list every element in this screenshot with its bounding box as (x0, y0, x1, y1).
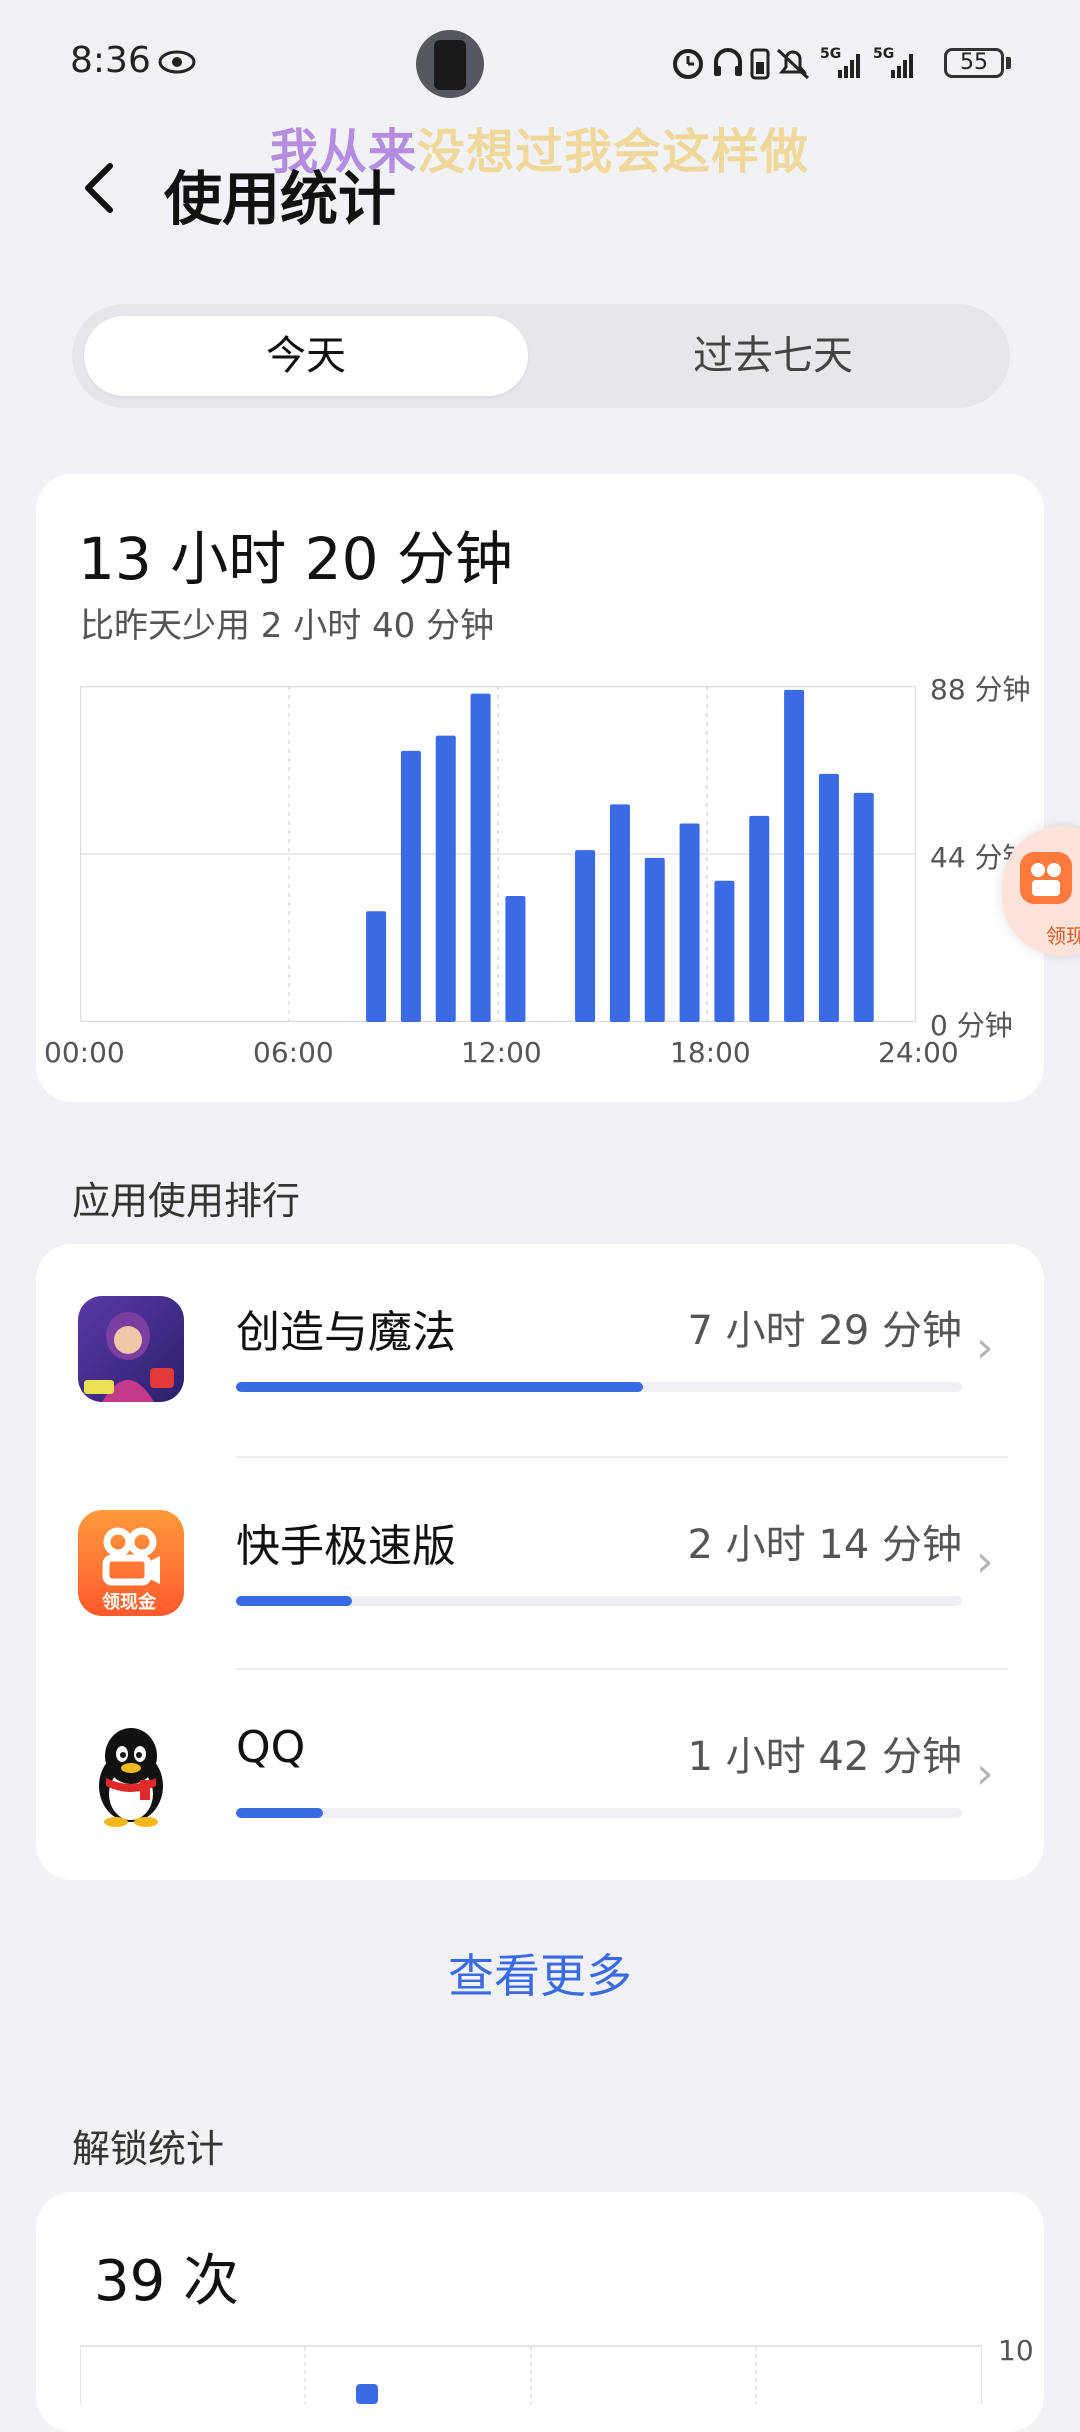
app-name: QQ (236, 1722, 306, 1773)
page-title: 使用统计 (164, 165, 397, 233)
app-usage-time: 1 小时 42 分钟 (687, 1734, 963, 1780)
x-tick-18: 18:00 (670, 1036, 751, 1069)
usage-comparison: 比昨天少用 2 小时 40 分钟 (80, 606, 495, 646)
usage-bar-hour-22 (853, 792, 874, 1022)
usage-bar-hour-20 (784, 689, 805, 1022)
battery-tip (1006, 57, 1011, 69)
usage-bar-hour-09 (400, 750, 421, 1022)
usage-bar-hour-15 (609, 804, 630, 1022)
usage-bar-track (236, 1382, 962, 1392)
x-tick-12: 12:00 (461, 1036, 542, 1069)
y-tick-top: 88 分钟 (930, 673, 1031, 706)
tab-past-seven-days-label: 过去七天 (693, 333, 853, 379)
svg-text:5G: 5G (820, 46, 841, 62)
mute-icon (776, 48, 810, 80)
kuaishou-icon (1020, 852, 1072, 904)
tab-past-seven-days[interactable]: 过去七天 (548, 316, 998, 396)
usage-bar-hour-19 (749, 815, 770, 1022)
unlock-count: 39 次 (94, 2249, 240, 2314)
headphone-icon (714, 48, 742, 76)
back-icon[interactable] (80, 158, 120, 218)
eye-icon (158, 50, 196, 74)
x-tick-24: 24:00 (878, 1036, 959, 1069)
x-tick-0: 00:00 (44, 1036, 125, 1069)
status-icons: 5G 5G (673, 46, 913, 80)
status-time: 8:36 (70, 40, 151, 81)
usage-bar-hour-21 (818, 773, 839, 1022)
unlock-chart (80, 2345, 982, 2404)
signal-5g-icon: 5G (873, 46, 913, 78)
app-name: 创造与魔法 (236, 1307, 456, 1358)
usage-bar-hour-12 (505, 896, 526, 1022)
unlock-bar (356, 2384, 378, 2404)
x-tick-6: 06:00 (253, 1036, 334, 1069)
total-usage-time: 13 小时 20 分钟 (78, 525, 513, 593)
usage-bar-track (236, 1596, 962, 1606)
qq-penguin-icon (99, 1728, 163, 1827)
tab-today-label: 今天 (266, 333, 346, 379)
usage-bar-hour-11 (470, 693, 491, 1022)
usage-bar-fill (236, 1808, 324, 1818)
app-row-1[interactable]: 领现金 快手极速版 2 小时 14 分钟 › (36, 1458, 1044, 1668)
app-usage-time: 2 小时 14 分钟 (687, 1522, 963, 1568)
see-more-link[interactable]: 查看更多 (0, 1940, 1080, 2006)
chevron-right-icon: › (976, 1322, 994, 1373)
usage-bar-track (236, 1808, 962, 1818)
unlock-y-tick-top: 10 (998, 2334, 1034, 2367)
usage-bar-hour-17 (679, 823, 700, 1022)
status-avatar (416, 30, 484, 98)
app-name: 快手极速版 (236, 1521, 456, 1572)
icon-label: 领现金 (102, 1592, 156, 1613)
battery-saver-icon (750, 48, 770, 80)
usage-bar-hour-10 (435, 735, 456, 1022)
chevron-right-icon: › (976, 1536, 994, 1587)
usage-bar-fill (236, 1382, 643, 1392)
svg-text:5G: 5G (873, 46, 894, 62)
app-usage-time: 7 小时 29 分钟 (687, 1308, 963, 1354)
caption-part-2: 没想过我会这样做 (417, 124, 810, 180)
usage-bar-hour-18 (714, 880, 735, 1022)
alarm-icon (673, 49, 703, 79)
signal-5g-icon: 5G (820, 46, 860, 78)
hourly-usage-chart (80, 686, 916, 1022)
floating-badge-text: 领现 (1046, 924, 1080, 948)
battery-indicator: 55 (944, 48, 1004, 78)
game-avatar-icon (78, 1296, 184, 1402)
chevron-right-icon: › (976, 1748, 994, 1799)
unlock-section-title: 解锁统计 (72, 2127, 225, 2171)
app-row-0[interactable]: 创造与魔法 7 小时 29 分钟 › (36, 1244, 1044, 1456)
ranking-section-title: 应用使用排行 (72, 1179, 301, 1223)
usage-bar-hour-08 (366, 911, 387, 1022)
usage-bar-hour-16 (644, 857, 665, 1022)
usage-bar-hour-14 (575, 850, 596, 1022)
tab-today[interactable]: 今天 (84, 316, 528, 396)
usage-bar-fill (236, 1596, 353, 1606)
app-row-2[interactable]: QQ 1 小时 42 分钟 › (36, 1670, 1044, 1880)
